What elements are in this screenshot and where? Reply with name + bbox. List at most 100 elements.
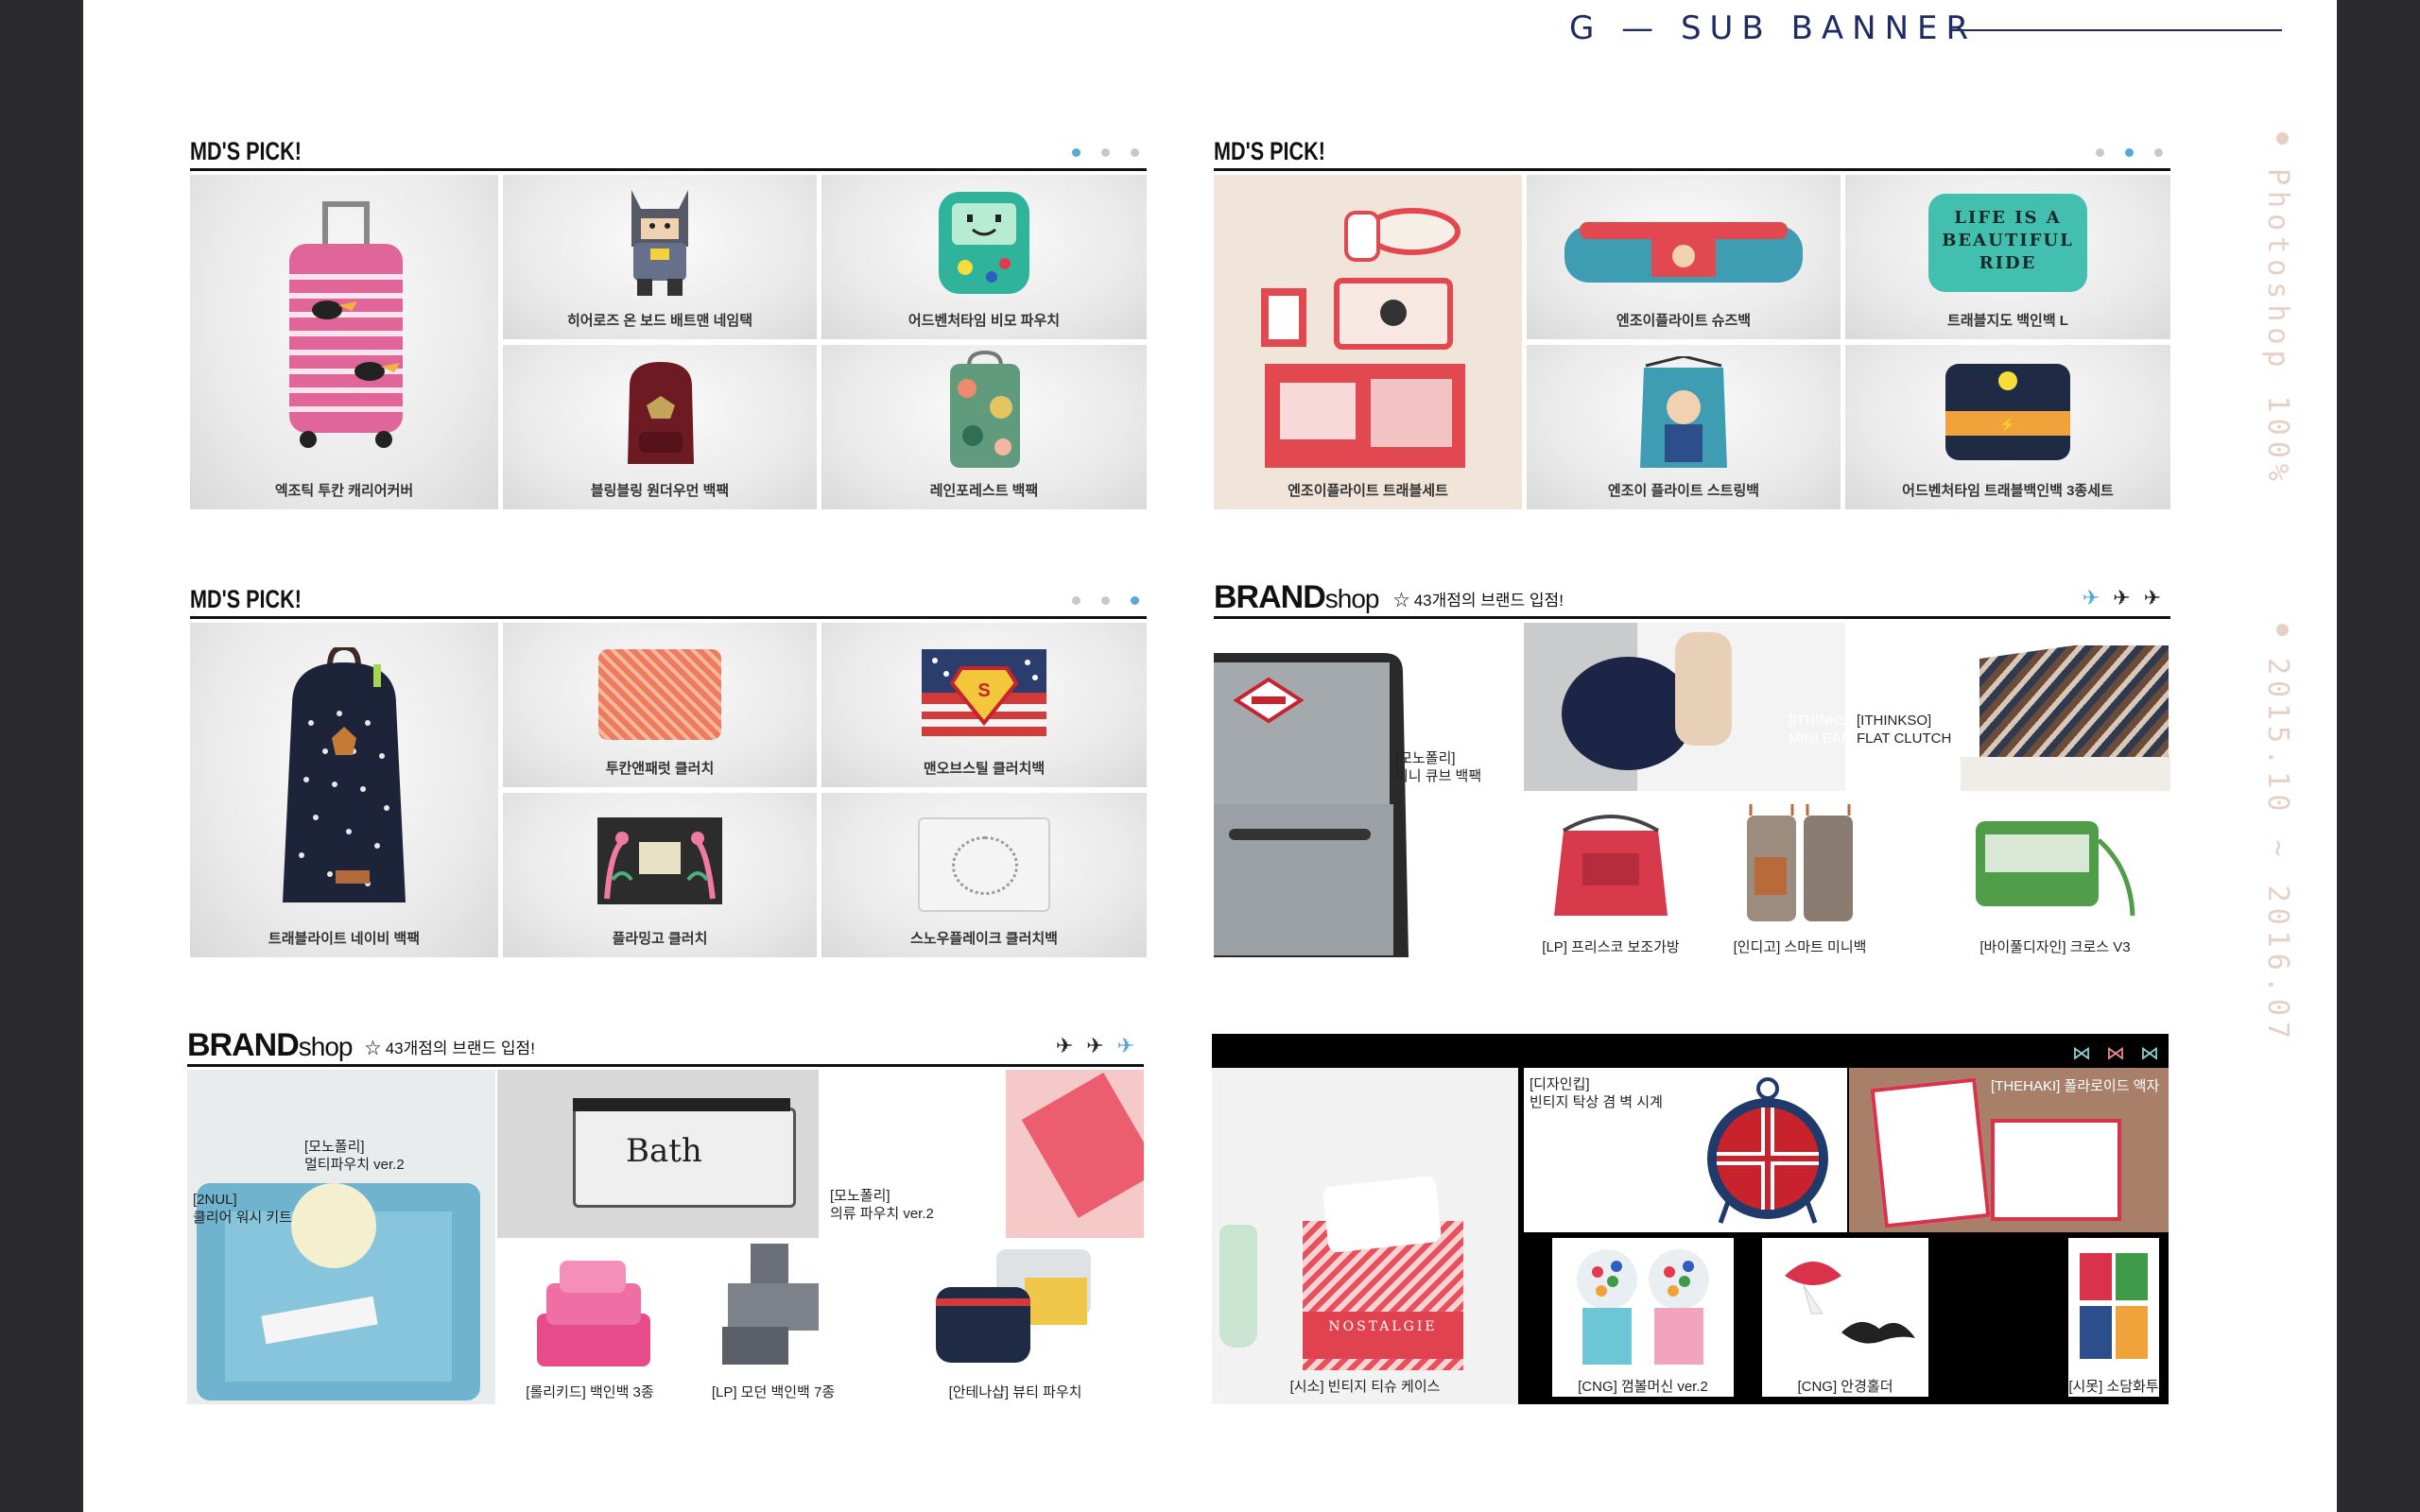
carousel-bows[interactable]: ⋈ ⋈ ⋈ (2072, 1041, 2159, 1065)
carousel-dot-3[interactable] (1131, 148, 1139, 157)
product-card[interactable]: 엑조틱 투칸 캐리어커버 (190, 175, 498, 509)
banner-title: MD'S PICK! (190, 585, 302, 613)
product-card[interactable]: 플라밍고 클러치 (503, 793, 817, 957)
mds-pick-banner-3[interactable]: MD'S PICK! 트래블라이트 네이비 백팩 투칸앤패럿 클러치 S 맨오브… (190, 575, 1147, 957)
mini-cube-label: [모노폴리] 미니 큐브 백팩 (1395, 750, 1482, 784)
plane-icon[interactable]: ✈ (2144, 586, 2161, 610)
product-card[interactable]: 엔조이 플라이트 스트링백 (1527, 345, 1841, 509)
product-label: 어드벤처타임 트래블백인백 3종세트 (1902, 483, 2114, 499)
carousel-planes[interactable]: ✈ ✈ ✈ (1056, 1034, 1134, 1058)
product-card[interactable]: ⚡ 어드벤처타임 트래블백인백 3종세트 (1845, 345, 2170, 509)
bag-icon (1562, 657, 1694, 770)
batman-tag-icon (631, 190, 688, 296)
clothes-pouch[interactable] (1006, 1070, 1144, 1238)
svg-text:S: S (977, 680, 990, 701)
carousel-planes[interactable]: ✈ ✈ ✈ (2083, 586, 2161, 610)
cross-v3-bag[interactable] (1970, 812, 2140, 925)
bath-label: Bath (626, 1132, 702, 1170)
brand-body: [모노폴리] 멀티파우치 ver.2 Bath [2NUL] 클리어 워시 키트… (187, 1070, 1144, 1404)
brand-shop-banner-3[interactable]: ⋈ ⋈ ⋈ NOSTALGIE [시소] 빈티지 티슈 케이스 [디자인킵] 빈… (1212, 1034, 2169, 1404)
carousel-dots[interactable] (1072, 148, 1139, 157)
mds-pick-banner-1[interactable]: MD'S PICK! 엑조틱 투칸 캐리어커버 히어로즈 온 보드 배트맨 네임… (190, 127, 1147, 509)
product-label: 트래블지도 백인백 L (1947, 313, 2068, 329)
product-card[interactable]: LIFE IS A BEAUTIFUL RIDE 트래블지도 백인백 L (1845, 175, 2170, 339)
carousel-dot-3[interactable] (2154, 148, 2163, 157)
wash-kit[interactable]: Bath (497, 1070, 819, 1238)
banner-header: BRANDshop ☆ 43개점의 브랜드 입점! ✈ ✈ ✈ (187, 1021, 1144, 1067)
tissue-case[interactable]: NOSTALGIE [시소] 빈티지 티슈 케이스 (1212, 1068, 1518, 1404)
bow-icon[interactable]: ⋈ (2106, 1041, 2125, 1065)
brand-shop-title: BRANDshop (187, 1027, 353, 1063)
page-title: G — SUB BANNER (1569, 9, 1978, 47)
mini-cube-backpack[interactable] (1214, 644, 1412, 957)
smart-mini-bag[interactable] (1741, 800, 1858, 933)
product-card[interactable]: 히어로즈 온 보드 배트맨 네임택 (503, 175, 817, 339)
pouch-icon: ⚡ (1945, 364, 2070, 460)
plane-icon[interactable]: ✈ (2113, 586, 2130, 610)
clothes-pouch-label: [모노폴리] 의류 파우치 ver.2 (830, 1188, 934, 1222)
flat-clutch[interactable] (1961, 645, 2170, 791)
product-card[interactable]: 어드벤처타임 비모 파우치 (821, 175, 1147, 339)
tag-slogan: LIFE IS A BEAUTIFUL RIDE (1942, 208, 2074, 273)
plane-icon[interactable]: ✈ (1117, 1034, 1134, 1058)
carousel-dot-1[interactable] (1072, 148, 1080, 157)
product-card[interactable]: 블링블링 원더우먼 백팩 (503, 345, 817, 509)
product-caption: [롤리키드] 백인백 3종 (526, 1384, 654, 1400)
hwatu-card[interactable]: [시못] 소담화투 (2068, 1238, 2159, 1397)
carousel-dots[interactable] (2096, 148, 2163, 157)
brand-shop-banner-2[interactable]: BRANDshop ☆ 43개점의 브랜드 입점! ✈ ✈ ✈ [모노폴리] 멀… (187, 1021, 1144, 1404)
frame-label: [THEHAKI] 폴라로이드 액자 (1991, 1078, 2160, 1094)
product-card[interactable]: 투칸앤패럿 클러치 (503, 623, 817, 787)
bag-icon (1554, 815, 1668, 916)
bow-icon[interactable]: ⋈ (2072, 1041, 2091, 1065)
frisco-bag[interactable] (1545, 812, 1677, 925)
product-card[interactable]: 스노우플레이크 클러치백 (821, 793, 1147, 957)
brand-shop-banner-1[interactable]: BRANDshop ☆ 43개점의 브랜드 입점! ✈ ✈ ✈ [모노폴리] 미… (1214, 575, 2170, 957)
carousel-dots[interactable] (1072, 596, 1139, 605)
svg-text:⚡: ⚡ (1999, 417, 2015, 433)
product-card[interactable]: 엔조이플라이트 슈즈백 (1527, 175, 1841, 339)
bag-in-bag-set[interactable] (527, 1257, 660, 1370)
carousel-dot-2[interactable] (1101, 148, 1110, 157)
backpack-icon (1214, 653, 1409, 957)
frame-icon (1991, 1119, 2121, 1221)
vintage-clock[interactable]: [디자인킵] 빈티지 탁상 겸 벽 시계 (1524, 1068, 1847, 1232)
product-label: 레인포레스트 백팩 (929, 483, 1039, 499)
banner-title: MD'S PICK! (1214, 137, 1325, 165)
product-card[interactable]: 트래블라이트 네이비 백팩 (190, 623, 498, 957)
glasses-holder[interactable]: [CNG] 안경홀더 (1762, 1238, 1928, 1397)
product-label: 엑조틱 투칸 캐리어커버 (274, 483, 414, 499)
product-label: 어드벤처타임 비모 파우치 (908, 313, 1061, 329)
carousel-dot-2[interactable] (2125, 148, 2134, 157)
mini-earth-bag[interactable] (1524, 623, 1845, 791)
product-caption: [LP] 모던 백인백 7종 (711, 1384, 836, 1400)
multi-pouch[interactable] (187, 1070, 495, 1404)
product-card[interactable]: 엔조이플라이트 트래블세트 (1214, 175, 1522, 509)
clock-label: [디자인킵] 빈티지 탁상 겸 벽 시계 (1530, 1076, 1663, 1110)
banner-header: ⋈ ⋈ ⋈ (1212, 1034, 2169, 1068)
carousel-dot-1[interactable] (2096, 148, 2104, 157)
plane-icon[interactable]: ✈ (2083, 586, 2100, 610)
plane-icon[interactable]: ✈ (1086, 1034, 1103, 1058)
product-grid: 엑조틱 투칸 캐리어커버 히어로즈 온 보드 배트맨 네임택 어드벤처타임 비모… (190, 175, 1147, 509)
banner-title: MD'S PICK! (190, 137, 302, 165)
pouch-icon (537, 1261, 650, 1366)
product-card[interactable]: S 맨오브스틸 클러치백 (821, 623, 1147, 787)
product-label: 투칸앤패럿 클러치 (605, 761, 715, 777)
product-caption: [인디고] 스마트 미니백 (1733, 939, 1867, 955)
plane-icon[interactable]: ✈ (1056, 1034, 1073, 1058)
polaroid-frame[interactable]: [THEHAKI] 폴라로이드 액자 (1849, 1068, 2169, 1232)
product-label: 트래블라이트 네이비 백팩 (268, 931, 421, 947)
carousel-dot-3[interactable] (1131, 596, 1139, 605)
beauty-pouch[interactable] (930, 1240, 1097, 1366)
modern-bag-in-bag[interactable] (722, 1236, 826, 1368)
carousel-dot-1[interactable] (1072, 596, 1080, 605)
gumball-machine[interactable]: [CNG] 껌볼머신 ver.2 (1552, 1238, 1734, 1397)
product-label: 블링블링 원더우먼 백팩 (590, 483, 730, 499)
backpack-icon (283, 647, 406, 902)
clutch-icon (598, 649, 721, 740)
mds-pick-banner-2[interactable]: MD'S PICK! 엔조이플라이트 트래블세트 엔조이플라이트 슈즈백 LIF… (1214, 127, 2170, 509)
bow-icon[interactable]: ⋈ (2140, 1041, 2159, 1065)
product-card[interactable]: 레인포레스트 백팩 (821, 345, 1147, 509)
carousel-dot-2[interactable] (1101, 596, 1110, 605)
